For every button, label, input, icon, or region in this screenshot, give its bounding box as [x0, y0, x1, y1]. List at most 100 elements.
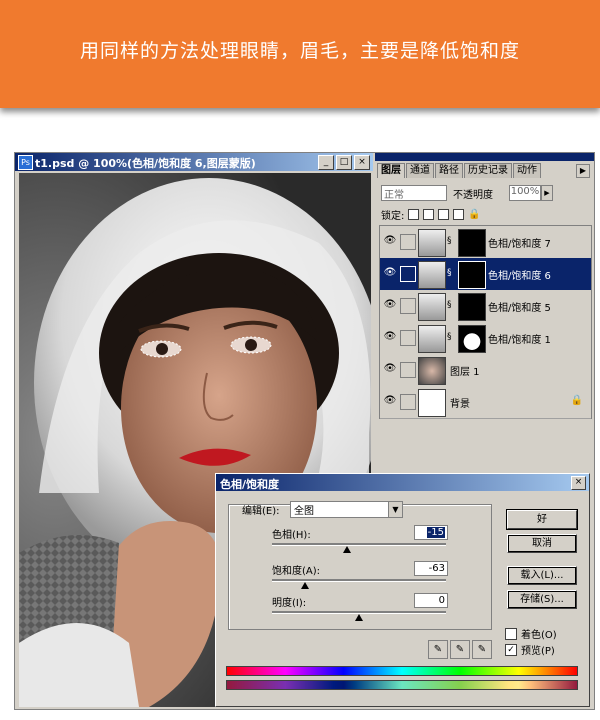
saturation-slider-thumb[interactable]	[301, 582, 309, 589]
tab-actions[interactable]: 动作	[513, 163, 541, 178]
layer-name: 背景	[450, 399, 470, 410]
layer-mask-thumb[interactable]	[458, 325, 486, 353]
hue-slider-thumb[interactable]	[343, 546, 351, 553]
ok-button[interactable]: 好	[507, 510, 577, 529]
brush-link-box[interactable]	[400, 362, 416, 378]
tab-channels[interactable]: 通道	[406, 163, 434, 178]
tab-history[interactable]: 历史记录	[464, 163, 512, 178]
lock-icon: 🔒	[468, 209, 481, 220]
opacity-arrow-icon[interactable]: ▶	[541, 185, 553, 201]
brush-link-box[interactable]	[400, 394, 416, 410]
chain-link-icon[interactable]: §	[447, 236, 452, 246]
preview-label: 预览(P)	[521, 646, 555, 657]
preview-checkbox[interactable]: ✓	[505, 643, 517, 656]
eye-icon[interactable]: 👁	[383, 331, 397, 345]
brush-link-box[interactable]	[400, 266, 416, 282]
edit-select[interactable]: 全图 ▼	[290, 501, 403, 518]
saturation-input[interactable]: -63	[414, 561, 448, 576]
colorize-label: 着色(O)	[521, 630, 557, 641]
document-title: t1.psd @ 100%(色相/饱和度 6,图层蒙版)	[35, 157, 256, 170]
palette-menu-arrow-icon[interactable]: ▶	[576, 164, 590, 178]
tab-layers[interactable]: 图层	[377, 163, 405, 178]
lock-label: 锁定:	[381, 211, 405, 222]
layer-name: 色相/饱和度 6	[488, 271, 551, 282]
eyedropper-plus-icon[interactable]: ✎	[450, 640, 470, 659]
lightness-label: 明度(I):	[272, 598, 307, 609]
photoshop-screenshot: Ps t1.psd @ 100%(色相/饱和度 6,图层蒙版) _ □ × 图层…	[14, 152, 595, 710]
saturation-label: 饱和度(A):	[272, 566, 321, 577]
eye-icon[interactable]: 👁	[383, 363, 397, 377]
header-banner: 用同样的方法处理眼睛，眉毛，主要是降低饱和度	[0, 0, 600, 108]
hue-label: 色相(H):	[272, 530, 311, 541]
dialog-close-button[interactable]: ×	[571, 476, 586, 490]
lock-transparency-checkbox[interactable]	[408, 209, 420, 220]
result-spectrum-bar	[226, 680, 578, 690]
adjustment-thumb-icon	[418, 229, 446, 257]
layer-mask-thumb[interactable]	[458, 293, 486, 321]
cancel-button[interactable]: 取消	[507, 534, 577, 553]
layer-row-hue-sat-7[interactable]: 👁 § 色相/饱和度 7	[380, 226, 591, 259]
maximize-button[interactable]: □	[336, 155, 352, 170]
background-thumb	[418, 389, 446, 417]
layer-name: 色相/饱和度 5	[488, 303, 551, 314]
opacity-input[interactable]: 100%	[509, 185, 541, 201]
edit-select-value: 全图	[294, 506, 314, 517]
lightness-slider-thumb[interactable]	[355, 614, 363, 621]
hue-saturation-dialog: 色相/饱和度 × 编辑(E): 全图 ▼ 色相(H): -15 饱和度(A): …	[215, 473, 590, 707]
brush-link-box[interactable]	[400, 234, 416, 250]
close-button[interactable]: ×	[354, 155, 370, 170]
layer-row-background[interactable]: 👁 背景 🔒	[380, 386, 591, 419]
layer-row-layer-1[interactable]: 👁 图层 1	[380, 354, 591, 387]
hue-value: -15	[426, 527, 445, 538]
brush-link-box[interactable]	[400, 298, 416, 314]
eyedropper-minus-icon[interactable]: ✎	[472, 640, 492, 659]
eye-icon[interactable]: 👁	[383, 299, 397, 313]
eye-icon[interactable]: 👁	[383, 235, 397, 249]
hue-input[interactable]: -15	[414, 525, 448, 540]
adjustment-thumb-icon	[418, 293, 446, 321]
palette-tabs: 图层 通道 路径 历史记录 动作	[377, 163, 542, 178]
eyedropper-icon[interactable]: ✎	[428, 640, 448, 659]
hue-slider-track[interactable]	[272, 543, 446, 546]
chain-link-icon[interactable]: §	[447, 300, 452, 310]
edit-label: 编辑(E):	[242, 506, 280, 517]
eye-icon[interactable]: 👁	[383, 267, 397, 281]
lock-image-checkbox[interactable]	[423, 209, 435, 220]
layers-list: 👁 § 色相/饱和度 7 👁 § 色相/饱和度 6 👁 § 色相/饱和度 5 👁…	[379, 225, 592, 419]
layer-row-hue-sat-5[interactable]: 👁 § 色相/饱和度 5	[380, 290, 591, 323]
layer-mask-thumb[interactable]	[458, 261, 486, 289]
layer-name: 图层 1	[450, 367, 480, 378]
photo-thumb	[418, 357, 446, 385]
preview-checkbox-row[interactable]: ✓ 预览(P)	[505, 642, 555, 657]
tab-paths[interactable]: 路径	[435, 163, 463, 178]
layers-palette: 图层 通道 路径 历史记录 动作 ▶ 正常 不透明度 100% ▶ 锁定: 🔒 …	[375, 153, 594, 473]
dialog-titlebar[interactable]: 色相/饱和度 ×	[216, 474, 589, 491]
brush-link-box[interactable]	[400, 330, 416, 346]
palette-titlebar[interactable]	[375, 153, 594, 161]
layer-row-hue-sat-1[interactable]: 👁 § 色相/饱和度 1	[380, 322, 591, 355]
adjustment-thumb-icon	[418, 325, 446, 353]
photoshop-doc-icon: Ps	[18, 155, 33, 170]
layer-name: 色相/饱和度 1	[488, 335, 551, 346]
colorize-checkbox[interactable]	[505, 627, 517, 640]
banner-caption: 用同样的方法处理眼睛，眉毛，主要是降低饱和度	[79, 40, 520, 62]
blend-mode-select[interactable]: 正常	[381, 185, 447, 201]
eye-icon[interactable]: 👁	[383, 395, 397, 409]
load-button[interactable]: 载入(L)...	[507, 566, 577, 585]
lock-all-checkbox[interactable]	[453, 209, 465, 220]
lock-icon: 🔒	[570, 395, 583, 406]
colorize-checkbox-row[interactable]: 着色(O)	[505, 626, 557, 641]
layer-row-hue-sat-6[interactable]: 👁 § 色相/饱和度 6	[380, 258, 591, 291]
layer-mask-thumb[interactable]	[458, 229, 486, 257]
layer-name: 色相/饱和度 7	[488, 239, 551, 250]
chevron-down-icon[interactable]: ▼	[388, 502, 402, 517]
chain-link-icon[interactable]: §	[447, 268, 452, 278]
document-titlebar[interactable]: Ps t1.psd @ 100%(色相/饱和度 6,图层蒙版) _ □ ×	[15, 153, 373, 171]
save-button[interactable]: 存储(S)...	[507, 590, 577, 609]
minimize-button[interactable]: _	[318, 155, 334, 170]
chain-link-icon[interactable]: §	[447, 332, 452, 342]
lock-row: 锁定: 🔒	[381, 207, 481, 222]
saturation-slider-track[interactable]	[272, 579, 446, 582]
lightness-input[interactable]: 0	[414, 593, 448, 608]
lock-position-checkbox[interactable]	[438, 209, 450, 220]
